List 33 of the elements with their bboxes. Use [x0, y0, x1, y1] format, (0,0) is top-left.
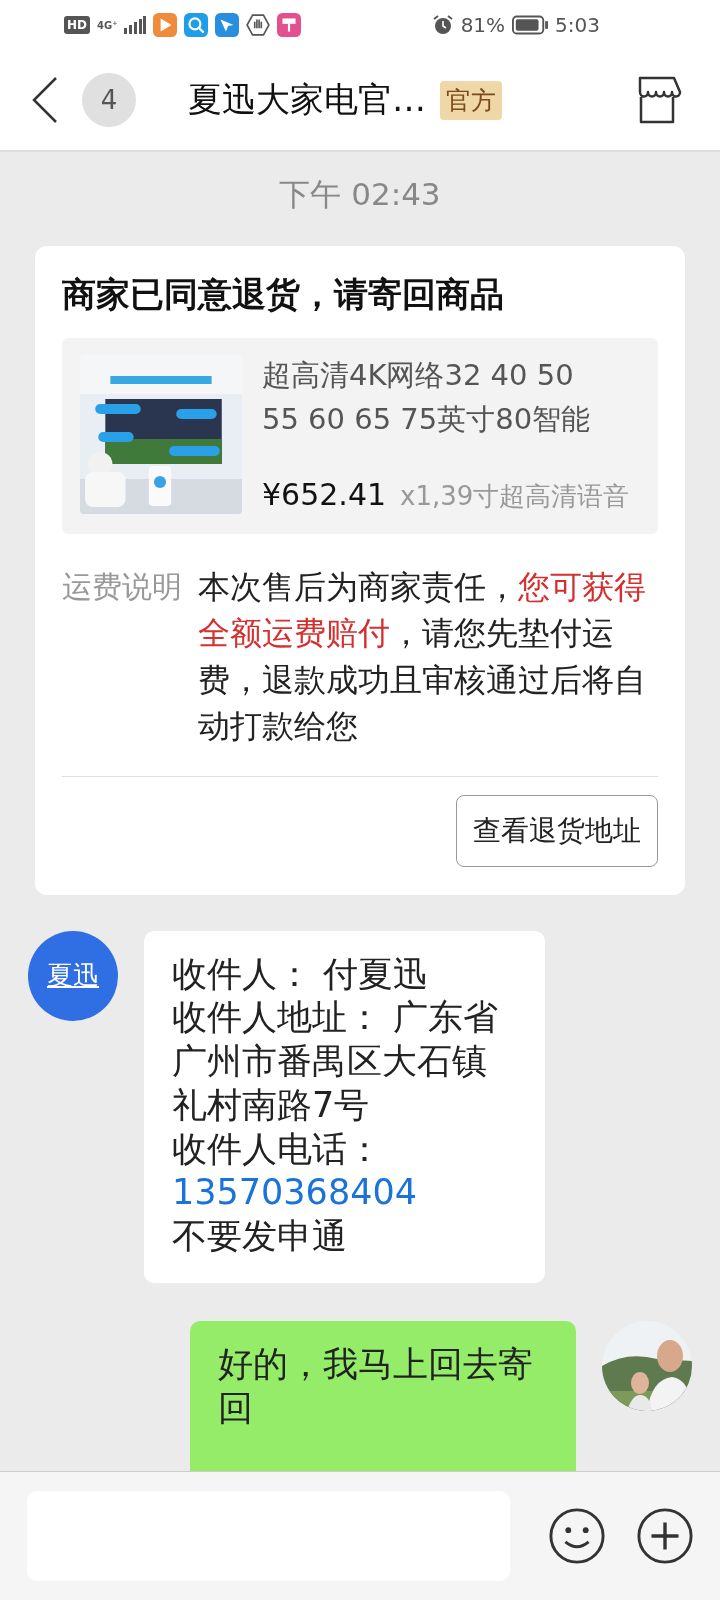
battery-percent: 81%: [460, 13, 506, 37]
alarm-icon: [431, 14, 454, 36]
back-icon[interactable]: [30, 75, 60, 125]
play-app-icon: [153, 13, 178, 37]
view-address-button[interactable]: 查看退货地址: [456, 794, 658, 867]
message-text: 收件人： 付夏迅: [172, 952, 430, 996]
official-badge: 官方: [440, 80, 502, 120]
message-text: 收件人地址： 广东省广州市番禺区大石镇礼村南路7号: [172, 996, 500, 1127]
fee-description: 本次售后为商家责任，您可获得全额运费赔付，请您先垫付运费，退款成功且审核通过后将自动打款给您: [198, 567, 647, 748]
timestamp: 下午 02:43: [278, 175, 442, 214]
message-text: 好的，我马上回去寄回: [218, 1342, 534, 1430]
message-text: 收件人电话：: [172, 1127, 383, 1171]
emoji-icon[interactable]: [548, 1507, 606, 1565]
fee-label: 运费说明: [62, 568, 182, 606]
bird-app-icon: [215, 13, 240, 37]
avatar[interactable]: 夏迅: [28, 930, 118, 1021]
product-panel[interactable]: 超高清4K网络32 40 50 55 60 65 75英寸80智能 ¥652.41 x1,39寸超高清语音: [62, 338, 658, 534]
product-price: ¥652.41: [262, 477, 387, 512]
network-label: 4G⁺: [97, 19, 118, 31]
product-spec: x1,39寸超高清语音: [400, 480, 630, 513]
clock: 5:03: [555, 13, 600, 37]
add-icon[interactable]: [636, 1507, 694, 1565]
search-app-icon: [184, 13, 209, 37]
hd-icon: HD: [64, 16, 90, 34]
phone-link[interactable]: 13570368404: [172, 1171, 517, 1216]
card-title: 商家已同意退货，请寄回商品: [62, 273, 505, 316]
chat-title: 夏迅大家电官…: [188, 78, 426, 121]
signal-icon: [124, 16, 147, 34]
unread-count: 4: [82, 73, 136, 127]
brush-app-icon: [277, 13, 302, 37]
battery-icon: [512, 15, 549, 35]
message-text: 不要发申通: [172, 1215, 348, 1259]
product-name: 超高清4K网络32 40 50 55 60 65 75英寸80智能: [262, 357, 592, 438]
